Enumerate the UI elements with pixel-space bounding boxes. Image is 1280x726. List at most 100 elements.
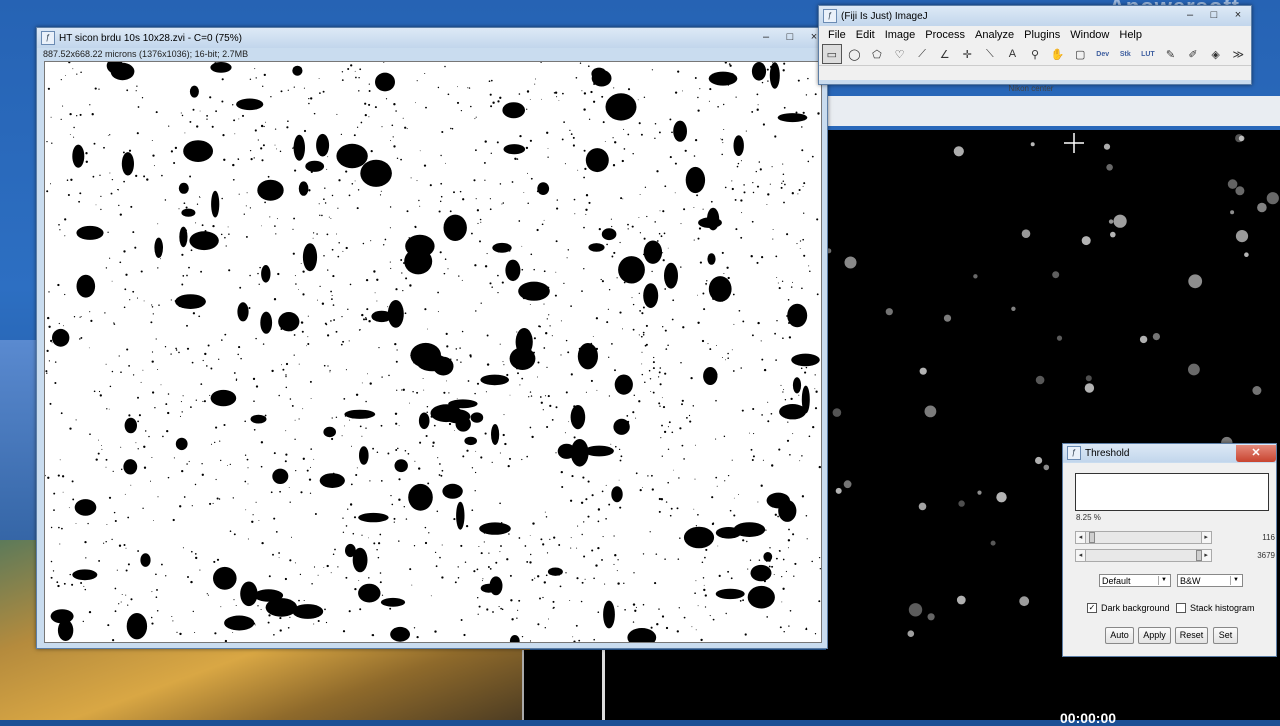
noise-speck bbox=[540, 62, 542, 63]
noise-speck bbox=[50, 560, 53, 563]
dark-background-checkbox[interactable]: ✓ bbox=[1087, 603, 1097, 613]
noise-speck bbox=[733, 323, 735, 325]
noise-speck bbox=[456, 398, 458, 400]
brush-tool-icon[interactable]: ✐ bbox=[1183, 44, 1203, 64]
lut-tool-icon[interactable]: LUT bbox=[1138, 44, 1158, 64]
thresholded-image-canvas[interactable] bbox=[44, 61, 822, 643]
noise-speck bbox=[725, 359, 726, 361]
threshold-titlebar[interactable]: ƒ Threshold ✕ bbox=[1063, 444, 1276, 462]
menu-help[interactable]: Help bbox=[1114, 29, 1147, 41]
slider-right-arrow-icon[interactable]: ▸ bbox=[1200, 530, 1212, 544]
close-button[interactable]: ✕ bbox=[1236, 444, 1276, 462]
noise-speck bbox=[292, 252, 295, 255]
menu-process[interactable]: Process bbox=[920, 29, 970, 41]
noise-speck bbox=[402, 388, 405, 391]
apply-button[interactable]: Apply bbox=[1138, 627, 1171, 644]
reset-button[interactable]: Reset bbox=[1175, 627, 1208, 644]
pencil-tool-icon[interactable]: ✎ bbox=[1161, 44, 1181, 64]
set-button[interactable]: Set bbox=[1213, 627, 1238, 644]
noise-speck bbox=[727, 474, 730, 477]
noise-speck bbox=[784, 183, 786, 186]
more-tools-icon[interactable]: ≫ bbox=[1228, 44, 1248, 64]
noise-speck bbox=[280, 90, 283, 93]
noise-speck bbox=[123, 250, 126, 253]
stk-tool-icon[interactable]: Stk bbox=[1116, 44, 1136, 64]
fiji-menubar: File Edit Image Process Analyze Plugins … bbox=[819, 26, 1251, 43]
noise-speck bbox=[610, 443, 612, 445]
wand-tool-icon[interactable]: ⟍ bbox=[980, 44, 1000, 64]
noise-speck bbox=[228, 233, 230, 235]
noise-speck bbox=[249, 207, 252, 209]
noise-speck bbox=[606, 321, 609, 324]
stack-histogram-option[interactable]: Stack histogram bbox=[1176, 603, 1255, 613]
menu-file[interactable]: File bbox=[823, 29, 851, 41]
auto-button[interactable]: Auto bbox=[1105, 627, 1134, 644]
noise-speck bbox=[376, 300, 378, 302]
minimize-button[interactable]: – bbox=[755, 30, 777, 46]
noise-speck bbox=[100, 208, 102, 211]
slider-thumb[interactable] bbox=[1195, 549, 1202, 561]
noise-speck bbox=[73, 136, 75, 138]
menu-plugins[interactable]: Plugins bbox=[1019, 29, 1065, 41]
dev-tool-icon[interactable]: Dev bbox=[1093, 44, 1113, 64]
noise-speck bbox=[502, 361, 504, 363]
magnifier-tool-icon[interactable]: ⚲ bbox=[1025, 44, 1045, 64]
text-tool-icon[interactable]: A bbox=[1003, 44, 1023, 64]
hand-tool-icon[interactable]: ✋ bbox=[1048, 44, 1068, 64]
dark-background-option[interactable]: ✓ Dark background bbox=[1087, 603, 1170, 613]
noise-speck bbox=[368, 90, 371, 92]
slider-thumb[interactable] bbox=[1088, 531, 1095, 543]
flood-fill-tool-icon[interactable]: ◈ bbox=[1206, 44, 1226, 64]
maximize-button[interactable]: □ bbox=[779, 30, 801, 46]
lower-threshold-slider[interactable] bbox=[1085, 530, 1201, 544]
slider-right-arrow-icon[interactable]: ▸ bbox=[1200, 548, 1212, 562]
noise-speck bbox=[271, 369, 274, 373]
fiji-titlebar[interactable]: ƒ (Fiji Is Just) ImageJ – □ × bbox=[819, 6, 1251, 26]
oval-tool-icon[interactable]: ◯ bbox=[845, 44, 865, 64]
angle-tool-icon[interactable]: ∠ bbox=[935, 44, 955, 64]
stack-histogram-checkbox[interactable] bbox=[1176, 603, 1186, 613]
display-mode-dropdown[interactable]: B&W ▼ bbox=[1177, 574, 1243, 587]
noise-speck bbox=[526, 455, 528, 458]
close-button[interactable]: × bbox=[1227, 8, 1249, 24]
slider-left-arrow-icon[interactable]: ◂ bbox=[1075, 548, 1086, 562]
noise-speck bbox=[331, 248, 334, 251]
threshold-histogram bbox=[1075, 473, 1269, 511]
color-picker-tool-icon[interactable]: ▢ bbox=[1070, 44, 1090, 64]
polygon-tool-icon[interactable]: ⬠ bbox=[867, 44, 887, 64]
noise-speck bbox=[658, 497, 662, 501]
slider-left-arrow-icon[interactable]: ◂ bbox=[1075, 530, 1086, 544]
thresholded-cell bbox=[505, 259, 521, 281]
noise-speck bbox=[709, 88, 712, 91]
noise-speck bbox=[119, 261, 122, 264]
maximize-button[interactable]: □ bbox=[1203, 8, 1225, 24]
point-tool-icon[interactable]: ✛ bbox=[957, 44, 977, 64]
noise-speck bbox=[633, 394, 636, 397]
freehand-tool-icon[interactable]: ♡ bbox=[890, 44, 910, 64]
noise-speck bbox=[799, 240, 802, 242]
thresholded-cell bbox=[298, 181, 309, 196]
noise-speck bbox=[274, 144, 276, 146]
noise-speck bbox=[751, 334, 754, 337]
method-dropdown[interactable]: Default ▼ bbox=[1099, 574, 1171, 587]
noise-speck bbox=[187, 576, 189, 578]
noise-speck bbox=[760, 484, 763, 487]
thresholded-cell bbox=[557, 443, 576, 459]
noise-speck bbox=[379, 572, 382, 574]
menu-analyze[interactable]: Analyze bbox=[970, 29, 1019, 41]
image-window-titlebar[interactable]: ƒ HT sicon brdu 10s 10x28.zvi - C=0 (75%… bbox=[37, 28, 827, 48]
noise-speck bbox=[677, 558, 680, 560]
menu-window[interactable]: Window bbox=[1065, 29, 1114, 41]
noise-speck bbox=[474, 118, 476, 120]
menu-edit[interactable]: Edit bbox=[851, 29, 880, 41]
line-tool-icon[interactable]: ⟋ bbox=[912, 44, 932, 64]
rectangle-tool-icon[interactable]: ▭ bbox=[822, 44, 842, 64]
noise-speck bbox=[581, 581, 584, 584]
noise-speck bbox=[674, 192, 676, 194]
noise-speck bbox=[229, 530, 232, 532]
menu-image[interactable]: Image bbox=[880, 29, 921, 41]
minimize-button[interactable]: – bbox=[1179, 8, 1201, 24]
noise-speck bbox=[95, 458, 98, 461]
noise-speck bbox=[251, 520, 254, 523]
upper-threshold-slider[interactable] bbox=[1085, 548, 1202, 562]
